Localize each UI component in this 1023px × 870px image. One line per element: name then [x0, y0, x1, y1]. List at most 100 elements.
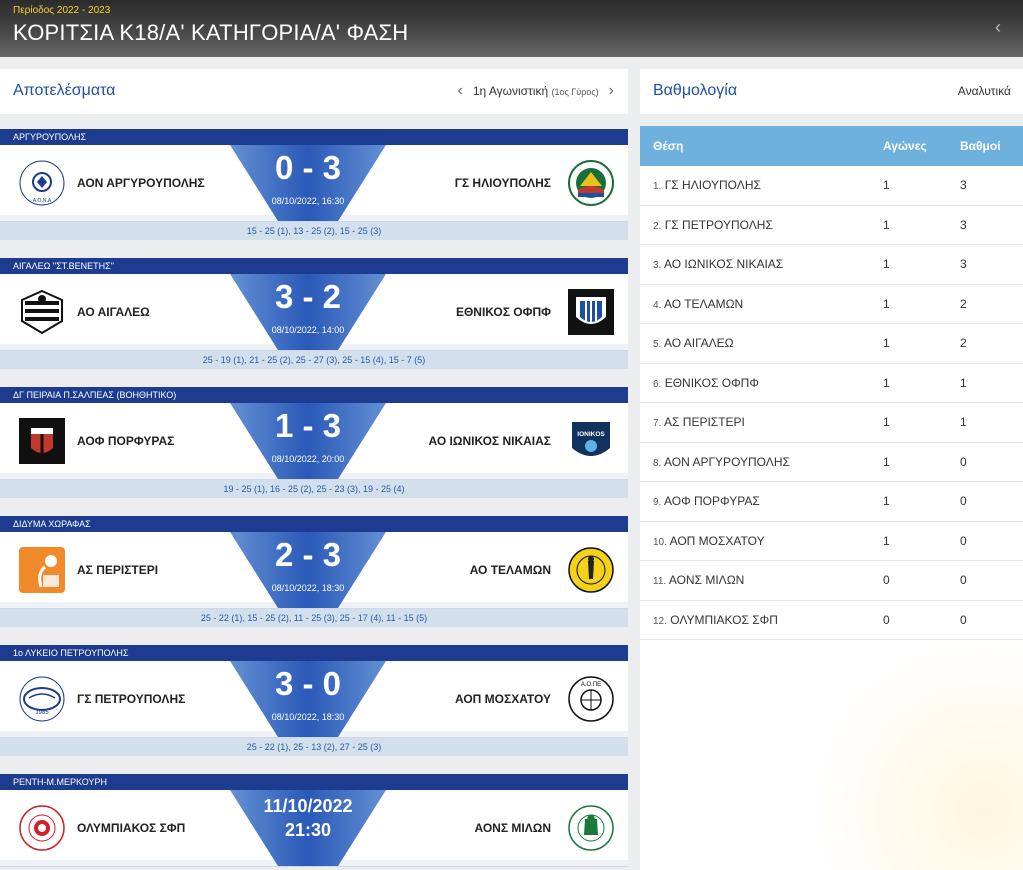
- col-position: Θέση: [653, 139, 684, 153]
- team-cell: 8. ΑΟΝ ΑΡΓΥΡΟΥΠΟΛΗΣ: [653, 455, 790, 469]
- away-team-logo-icon[interactable]: Α.Ο.ΠΕ: [568, 676, 614, 722]
- standings-row[interactable]: 7. ΑΣ ΠΕΡΙΣΤΕΡΙ 1 1: [640, 403, 1023, 443]
- match-body: ΑΟ ΑΙΓΑΛΕΩ ΕΘΝΙΚΟΣ ΟΦΠΦ 3 - 2 08/10/2022…: [0, 274, 628, 351]
- venue-label: ΔΓ ΠΕΙΡΑΙΑ Π.ΣΑΛΠΕΑΣ (ΒΟΗΘΗΤΙΚΟ): [0, 387, 628, 403]
- home-team-name[interactable]: ΑΟ ΑΙΓΑΛΕΩ: [77, 305, 150, 319]
- standings-row[interactable]: 11. ΑΟΝΣ ΜΙΛΩΝ 0 0: [640, 561, 1023, 601]
- team-name[interactable]: ΑΟΠ ΜΟΣΧΑΤΟΥ: [670, 534, 765, 548]
- venue-label: 1ο ΛΥΚΕΙΟ ΠΕΤΡΟΥΠΟΛΗΣ: [0, 645, 628, 661]
- team-name[interactable]: ΑΟ ΤΕΛΑΜΩΝ: [664, 297, 743, 311]
- match-card[interactable]: ΡΕΝΤΗ-Μ.ΜΕΡΚΟΥΡΗ ΟΛΥΜΠΙΑΚΟΣ ΣΦΠ ΑΟΝΣ ΜΙΛ…: [0, 774, 628, 867]
- home-team-name[interactable]: ΑΟΦ ΠΟΡΦΥΡΑΣ: [77, 434, 174, 448]
- home-team-logo-icon[interactable]: 1985: [19, 676, 65, 722]
- svg-text:IONIKOS: IONIKOS: [577, 431, 605, 438]
- position-number: 2.: [653, 220, 662, 232]
- games-played: 1: [883, 533, 890, 548]
- points: 3: [960, 217, 967, 232]
- team-name[interactable]: ΑΟΦ ΠΟΡΦΥΡΑΣ: [664, 494, 760, 508]
- team-name[interactable]: ΕΘΝΙΚΟΣ ΟΦΠΦ: [665, 376, 759, 390]
- match-score[interactable]: 1 - 3: [220, 407, 396, 445]
- next-round-chevron-icon[interactable]: ›: [609, 82, 614, 100]
- standings-row[interactable]: 12. ΟΛΥΜΠΙΑΚΟΣ ΣΦΠ 0 0: [640, 601, 1023, 640]
- games-played: 0: [883, 612, 890, 627]
- round-selector: ‹ 1η Αγωνιστική (1ος Γύρος) ›: [457, 82, 614, 100]
- match-score[interactable]: 3 - 0: [220, 665, 396, 703]
- away-team-name[interactable]: ΓΣ ΗΛΙΟΥΠΟΛΗΣ: [455, 176, 551, 190]
- games-played: 1: [883, 296, 890, 311]
- round-name: 1η Αγωνιστική: [472, 84, 549, 98]
- standings-row[interactable]: 3. ΑΟ ΙΩΝΙΚΟΣ ΝΙΚΑΙΑΣ 1 3: [640, 245, 1023, 285]
- standings-row[interactable]: 5. ΑΟ ΑΙΓΑΛΕΩ 1 2: [640, 324, 1023, 364]
- position-number: 3.: [653, 260, 662, 271]
- team-name[interactable]: ΓΣ ΠΕΤΡΟΥΠΟΛΗΣ: [665, 218, 773, 232]
- team-cell: 9. ΑΟΦ ΠΟΡΦΥΡΑΣ: [653, 494, 760, 508]
- away-team-name[interactable]: ΑΟ ΙΩΝΙΚΟΣ ΝΙΚΑΙΑΣ: [429, 434, 551, 448]
- standings-row[interactable]: 6. ΕΘΝΙΚΟΣ ΟΦΠΦ 1 1: [640, 364, 1023, 403]
- team-name[interactable]: ΓΣ ΗΛΙΟΥΠΟΛΗΣ: [665, 178, 761, 192]
- home-team-name[interactable]: ΓΣ ΠΕΤΡΟΥΠΟΛΗΣ: [77, 692, 185, 706]
- games-played: 1: [883, 494, 890, 508]
- results-header: Αποτελέσματα ‹ 1η Αγωνιστική (1ος Γύρος)…: [0, 69, 628, 114]
- away-team-logo-icon[interactable]: [568, 160, 614, 206]
- team-name[interactable]: ΑΟΝΣ ΜΙΛΩΝ: [669, 573, 745, 587]
- home-team-logo-icon[interactable]: [19, 805, 65, 851]
- team-cell: 4. ΑΟ ΤΕΛΑΜΩΝ: [653, 297, 743, 311]
- team-name[interactable]: ΑΣ ΠΕΡΙΣΤΕΡΙ: [664, 415, 745, 429]
- standings-row[interactable]: 9. ΑΟΦ ΠΟΡΦΥΡΑΣ 1 0: [640, 482, 1023, 522]
- match-score[interactable]: 0 - 3: [220, 149, 396, 187]
- venue-label: ΡΕΝΤΗ-Μ.ΜΕΡΚΟΥΡΗ: [0, 774, 628, 790]
- team-name[interactable]: ΑΟ ΙΩΝΙΚΟΣ ΝΙΚΑΙΑΣ: [664, 257, 783, 271]
- standings-row[interactable]: 4. ΑΟ ΤΕΛΑΜΩΝ 1 2: [640, 285, 1023, 324]
- standings-row[interactable]: 10. ΑΟΠ ΜΟΣΧΑΤΟΥ 1 0: [640, 522, 1023, 561]
- points: 2: [960, 336, 967, 350]
- away-team-name[interactable]: ΑΟΝΣ ΜΙΛΩΝ: [475, 821, 552, 835]
- standings-row[interactable]: 2. ΓΣ ΠΕΤΡΟΥΠΟΛΗΣ 1 3: [640, 206, 1023, 245]
- games-played: 1: [883, 178, 890, 192]
- away-team-logo-icon[interactable]: [568, 805, 614, 851]
- results-title: Αποτελέσματα: [13, 82, 116, 99]
- position-number: 9.: [653, 497, 662, 508]
- home-team-logo-icon[interactable]: [19, 547, 65, 593]
- match-date: 08/10/2022, 18:30: [271, 712, 345, 722]
- home-team-logo-icon[interactable]: [19, 418, 65, 464]
- team-name[interactable]: ΑΟΝ ΑΡΓΥΡΟΥΠΟΛΗΣ: [664, 455, 790, 469]
- away-team-logo-icon[interactable]: [568, 547, 614, 593]
- team-name[interactable]: ΑΟ ΑΙΓΑΛΕΩ: [664, 336, 734, 350]
- match-card[interactable]: ΑΙΓΑΛΕΩ "ΣΤ.ΒΕΝΕΤΗΣ" ΑΟ ΑΙΓΑΛΕΩ ΕΘΝΙΚΟΣ …: [0, 258, 628, 369]
- team-cell: 2. ΓΣ ΠΕΤΡΟΥΠΟΛΗΣ: [653, 218, 773, 232]
- chevron-left-icon[interactable]: ‹: [995, 17, 1001, 38]
- set-scores: 25 - 19 (1), 21 - 25 (2), 25 - 27 (3), 2…: [0, 351, 628, 369]
- match-card[interactable]: ΔΙΔΥΜΑ ΧΩΡΑΦΑΣ ΑΣ ΠΕΡΙΣΤΕΡΙ ΑΟ ΤΕΛΑΜΩΝ 2…: [0, 516, 628, 627]
- team-name[interactable]: ΟΛΥΜΠΙΑΚΟΣ ΣΦΠ: [670, 613, 778, 627]
- away-team-name[interactable]: ΑΟΠ ΜΟΣΧΑΤΟΥ: [455, 692, 551, 706]
- points: 0: [960, 533, 967, 548]
- set-scores: 25 - 22 (1), 25 - 13 (2), 27 - 25 (3): [0, 738, 628, 756]
- position-number: 7.: [653, 418, 662, 429]
- prev-round-chevron-icon[interactable]: ‹: [457, 82, 462, 100]
- home-team-name[interactable]: ΟΛΥΜΠΙΑΚΟΣ ΣΦΠ: [77, 821, 185, 835]
- match-card[interactable]: ΑΡΓΥΡΟΥΠΟΛΗΣ Α.Ο.Ν.Α ΑΟΝ ΑΡΓΥΡΟΥΠΟΛΗΣ ΓΣ…: [0, 129, 628, 240]
- detailed-standings-link[interactable]: Αναλυτικά: [958, 84, 1011, 98]
- away-team-name[interactable]: ΕΘΝΙΚΟΣ ΟΦΠΦ: [456, 305, 551, 319]
- match-score[interactable]: 3 - 2: [220, 278, 396, 316]
- venue-label: ΑΡΓΥΡΟΥΠΟΛΗΣ: [0, 129, 628, 145]
- home-team-logo-icon[interactable]: Α.Ο.Ν.Α: [19, 160, 65, 206]
- away-team-logo-icon[interactable]: [568, 289, 614, 335]
- match-card[interactable]: 1ο ΛΥΚΕΙΟ ΠΕΤΡΟΥΠΟΛΗΣ 1985 ΓΣ ΠΕΤΡΟΥΠΟΛΗ…: [0, 645, 628, 756]
- position-number: 6.: [653, 378, 662, 390]
- home-team-name[interactable]: ΑΟΝ ΑΡΓΥΡΟΥΠΟΛΗΣ: [77, 176, 205, 190]
- match-body: ΟΛΥΜΠΙΑΚΟΣ ΣΦΠ ΑΟΝΣ ΜΙΛΩΝ 11/10/2022 21:3…: [0, 790, 628, 867]
- points: 0: [960, 612, 967, 627]
- match-card[interactable]: ΔΓ ΠΕΙΡΑΙΑ Π.ΣΑΛΠΕΑΣ (ΒΟΗΘΗΤΙΚΟ) ΑΟΦ ΠΟΡ…: [0, 387, 628, 498]
- home-team-logo-icon[interactable]: [19, 289, 65, 335]
- away-team-name[interactable]: ΑΟ ΤΕΛΑΜΩΝ: [470, 563, 551, 577]
- svg-text:Α.Ο.ΠΕ: Α.Ο.ΠΕ: [581, 682, 601, 688]
- standings-row[interactable]: 8. ΑΟΝ ΑΡΓΥΡΟΥΠΟΛΗΣ 1 0: [640, 443, 1023, 482]
- match-date: 08/10/2022, 16:30: [271, 196, 345, 206]
- standings-header: Βαθμολογία Αναλυτικά: [640, 69, 1023, 114]
- away-team-logo-icon[interactable]: IONIKOS: [568, 418, 614, 464]
- standings-row[interactable]: 1. ΓΣ ΗΛΙΟΥΠΟΛΗΣ 1 3: [640, 166, 1023, 206]
- match-score[interactable]: 2 - 3: [220, 536, 396, 574]
- position-number: 12.: [653, 615, 667, 627]
- home-team-name[interactable]: ΑΣ ΠΕΡΙΣΤΕΡΙ: [77, 563, 158, 577]
